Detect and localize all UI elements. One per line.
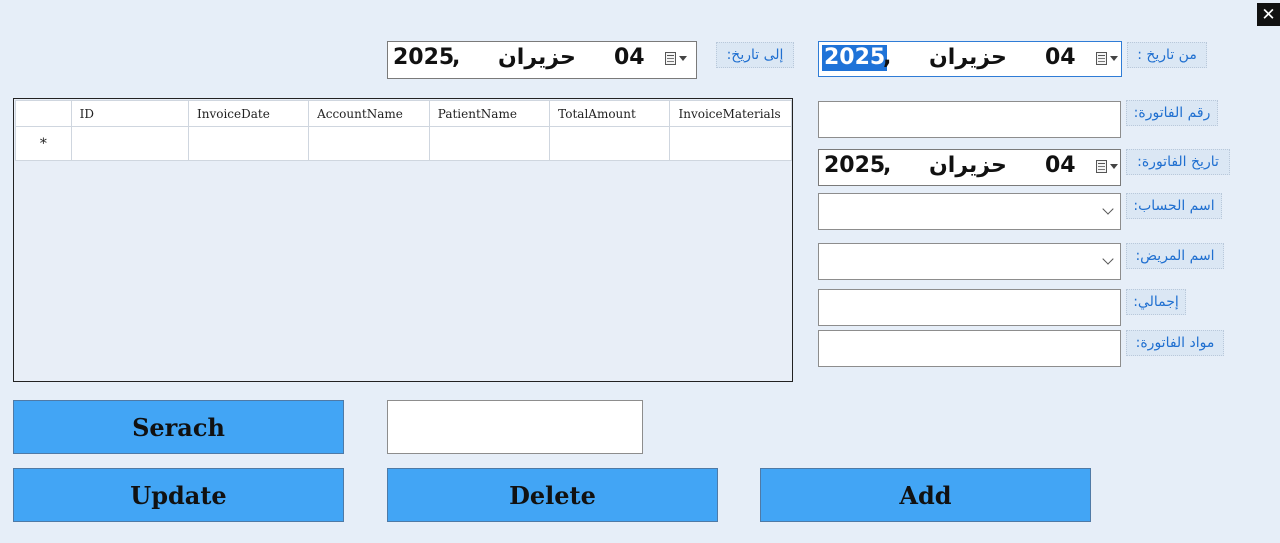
to-date-year: 2025 <box>393 45 455 70</box>
column-header-account-name[interactable]: AccountName <box>308 100 430 127</box>
table-cell[interactable] <box>428 126 551 161</box>
column-header-id[interactable]: ID <box>70 100 189 127</box>
to-date-day: 04 <box>614 45 645 70</box>
to-date-month: حزيران <box>498 45 576 70</box>
from-date-day: 04 <box>1045 45 1076 70</box>
invoice-number-label: رقم الفاتورة: <box>1126 100 1218 126</box>
column-header-invoice-date[interactable]: InvoiceDate <box>187 100 310 127</box>
add-button[interactable]: Add <box>760 468 1091 522</box>
from-date-comma: , <box>883 45 892 70</box>
column-header-invoice-materials[interactable]: InvoiceMaterials <box>669 100 792 127</box>
column-header-patient-name[interactable]: PatientName <box>428 100 551 127</box>
invoice-date-month: حزيران <box>929 153 1007 178</box>
table-cell[interactable] <box>70 126 189 161</box>
table-row[interactable]: * <box>15 126 792 161</box>
new-row-marker: * <box>15 126 72 161</box>
invoice-number-field[interactable] <box>818 101 1121 138</box>
close-button[interactable]: ✕ <box>1257 3 1280 26</box>
invoice-date-comma: , <box>883 153 892 178</box>
delete-button[interactable]: Delete <box>387 468 718 522</box>
to-date-picker[interactable]: 2025 , حزيران 04 <box>387 41 697 79</box>
invoices-table: ID InvoiceDate AccountName PatientName T… <box>15 100 792 161</box>
calendar-icon <box>1096 52 1107 65</box>
to-date-comma: , <box>452 45 461 70</box>
from-date-month: حزيران <box>929 45 1007 70</box>
from-date-label: من تاريخ : <box>1127 42 1207 68</box>
invoice-materials-field[interactable] <box>818 330 1121 367</box>
update-button[interactable]: Update <box>13 468 344 522</box>
grid-header-row: ID InvoiceDate AccountName PatientName T… <box>15 100 792 127</box>
to-date-label: إلى تاريخ: <box>716 42 794 68</box>
dropdown-arrow-icon <box>679 56 687 61</box>
chevron-down-icon <box>1102 253 1114 265</box>
total-label: إجمالي: <box>1126 289 1186 315</box>
row-header-corner <box>15 100 72 127</box>
dropdown-arrow-icon <box>1110 164 1118 169</box>
invoice-date-label: تاريخ الفاتورة: <box>1126 149 1230 175</box>
invoices-grid[interactable]: ID InvoiceDate AccountName PatientName T… <box>13 98 793 382</box>
invoice-date-year: 2025 <box>824 153 886 178</box>
total-field[interactable] <box>818 289 1121 326</box>
account-name-select[interactable] <box>818 193 1121 230</box>
column-header-total-amount[interactable]: TotalAmount <box>549 100 671 127</box>
patient-name-select[interactable] <box>818 243 1121 280</box>
from-date-year: 2025 <box>822 45 888 71</box>
calendar-icon <box>665 52 676 65</box>
chevron-down-icon <box>1102 203 1114 215</box>
search-button[interactable]: Serach <box>13 400 344 454</box>
invoice-date-day: 04 <box>1045 153 1076 178</box>
table-cell[interactable] <box>669 126 792 161</box>
table-cell[interactable] <box>549 126 671 161</box>
dropdown-arrow-icon <box>1110 56 1118 61</box>
calendar-icon <box>1096 160 1107 173</box>
table-cell[interactable] <box>308 126 430 161</box>
account-name-label: اسم الحساب: <box>1126 193 1222 219</box>
close-icon: ✕ <box>1261 4 1276 25</box>
patient-name-label: اسم المريض: <box>1126 243 1224 269</box>
search-input[interactable] <box>387 400 643 454</box>
invoice-date-picker[interactable]: 2025 , حزيران 04 <box>818 149 1121 186</box>
from-date-picker[interactable]: 2025 , حزيران 04 <box>818 41 1122 77</box>
invoice-materials-label: مواد الفاتورة: <box>1126 330 1224 356</box>
table-cell[interactable] <box>187 126 310 161</box>
